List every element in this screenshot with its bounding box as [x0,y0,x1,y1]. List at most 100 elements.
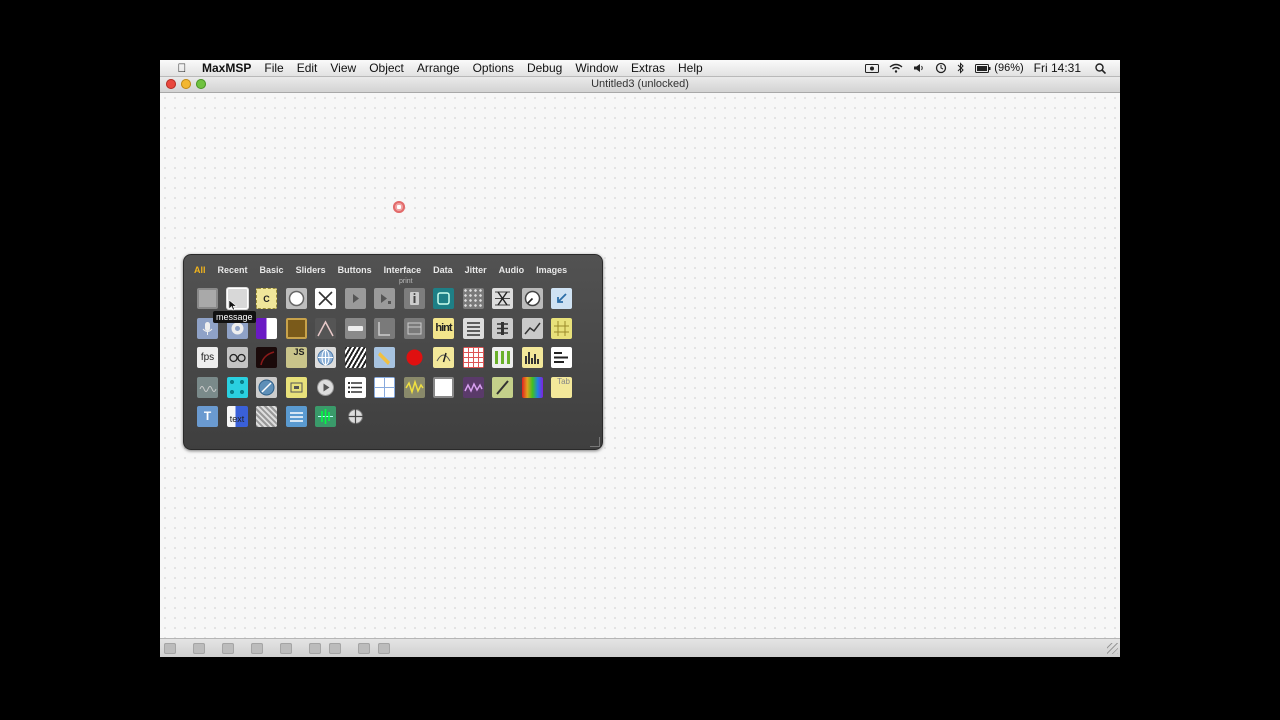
menu-options[interactable]: Options [473,60,514,76]
levelmeter-icon[interactable] [492,347,513,368]
tab-data[interactable]: Data [433,263,453,277]
tab-basic[interactable]: Basic [260,263,284,277]
hatch-pattern-icon[interactable] [256,406,277,427]
new-object-icon[interactable] [193,643,205,654]
palette-resize-handle[interactable] [590,437,600,447]
waveform-icon[interactable] [403,376,425,398]
jit-cellblock-icon[interactable] [374,376,395,398]
inspector-icon[interactable] [280,643,292,654]
text-object-icon[interactable]: text [226,406,248,427]
umenu-icon[interactable] [374,317,395,339]
menu-app[interactable]: MaxMSP [202,60,251,76]
menu-file[interactable]: File [264,60,283,76]
meter-gauge-icon[interactable] [433,347,454,368]
time-machine-icon[interactable] [935,62,947,74]
window-resize-grip[interactable] [1107,643,1118,654]
clipboard-icon[interactable] [309,643,321,654]
tab-recent[interactable]: Recent [218,263,248,277]
jit-glasses-icon[interactable] [226,347,248,368]
tab-jitter[interactable]: Jitter [465,263,487,277]
patcher-canvas[interactable]: All Recent Basic Sliders Buttons Interfa… [160,93,1120,638]
matrixctrl-icon[interactable] [462,288,484,309]
volume-icon[interactable] [913,63,925,73]
zoom-window-button[interactable] [196,79,206,89]
kslider-icon[interactable] [344,347,366,368]
list-icon[interactable] [344,376,366,398]
grid-toggle-icon[interactable] [358,643,370,654]
show-palette-icon[interactable] [251,643,263,654]
comment-icon[interactable]: C [256,288,277,309]
spotlight-icon[interactable] [1095,62,1106,74]
multislider-bars-icon[interactable] [551,347,572,368]
tab-object-icon[interactable] [403,317,425,339]
button-icon[interactable] [285,288,307,309]
globe-icon[interactable] [315,347,336,368]
outlet-icon[interactable] [374,288,395,309]
menu-help[interactable]: Help [678,60,703,76]
panel-icon[interactable] [285,376,307,398]
tab-interface[interactable]: Interface [384,263,422,277]
battery-icon[interactable]: (96%) [975,60,1024,76]
menu-arrange[interactable]: Arrange [417,60,460,76]
spectroscope-icon[interactable] [462,376,484,398]
tab-sliders[interactable]: Sliders [296,263,326,277]
print-info-icon[interactable] [403,288,425,309]
play-button-icon[interactable] [315,377,336,398]
swatch-icon[interactable] [256,317,277,339]
pictslider-icon[interactable] [226,376,248,398]
pencil-icon[interactable] [374,347,395,368]
tab-audio[interactable]: Audio [499,263,525,277]
crosshair-icon[interactable] [345,406,366,427]
jit-window-icon[interactable] [256,347,277,368]
multislider-icon[interactable] [492,317,513,339]
inlet-icon[interactable] [344,288,366,309]
fps-icon[interactable]: fps [197,347,218,368]
menu-view[interactable]: View [330,60,356,76]
textbutton-icon[interactable]: T [197,406,218,427]
tab-all[interactable]: All [194,263,206,277]
tab-images[interactable]: Images [536,263,567,277]
wifi-icon[interactable] [889,63,903,73]
nodes-grid-icon[interactable] [462,347,484,368]
tab-folder-icon[interactable]: Tab [551,376,572,398]
minimize-window-button[interactable] [181,79,191,89]
clock[interactable]: Fri 14:31 [1034,60,1081,76]
send-icon[interactable] [551,288,572,309]
plot-icon[interactable] [521,317,543,339]
toggle-icon[interactable] [315,288,336,309]
textedit-icon[interactable] [344,317,366,339]
table-grid-icon[interactable] [551,317,572,339]
slider-pen-icon[interactable] [492,376,513,398]
object-box-icon[interactable] [197,288,218,309]
function-icon[interactable] [315,317,336,339]
menu-object[interactable]: Object [369,60,404,76]
presentation-mode-icon[interactable] [222,643,234,654]
camera-icon[interactable] [865,63,880,73]
scope-icon[interactable] [197,376,218,398]
snap-to-grid-icon[interactable] [378,643,390,654]
color-picker-icon[interactable] [521,376,543,398]
compass-icon[interactable] [256,376,277,398]
lcd-icon[interactable] [433,376,454,398]
menu-extras[interactable]: Extras [631,60,665,76]
menu-edit[interactable]: Edit [297,60,318,76]
close-window-button[interactable] [166,79,176,89]
tab-buttons[interactable]: Buttons [338,263,372,277]
bluetooth-icon[interactable] [957,62,965,74]
hint-icon[interactable]: hint [433,317,454,339]
menu-window[interactable]: Window [575,60,618,76]
record-icon[interactable] [404,347,425,368]
tabular-icon[interactable] [285,406,307,427]
waveform-editor-icon[interactable] [315,406,336,427]
apple-icon[interactable]:  [174,60,190,76]
bpatcher-icon[interactable] [433,288,454,309]
fpic-icon[interactable] [285,317,307,339]
window-title-bar[interactable]: Untitled3 (unlocked) [160,77,1120,93]
patch-cord-icon[interactable] [492,288,513,309]
spectrum-bars-icon[interactable] [521,347,543,368]
js-icon[interactable]: JS [285,347,307,368]
lock-toggle-icon[interactable] [164,643,176,654]
menu-debug[interactable]: Debug [527,60,562,76]
chooser-list-icon[interactable] [462,317,484,339]
dial-icon[interactable] [521,288,543,309]
